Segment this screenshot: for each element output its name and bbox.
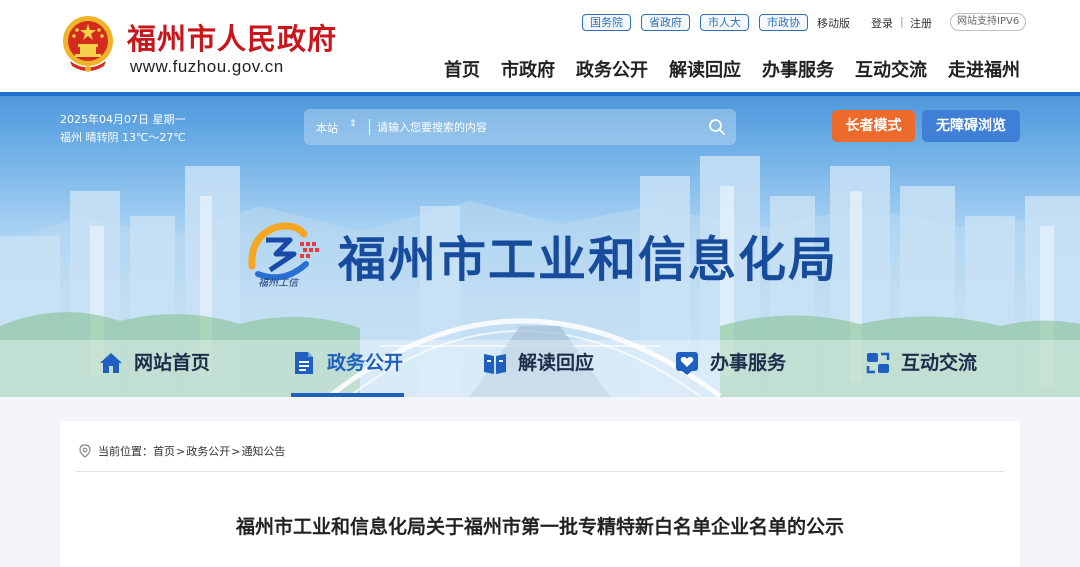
search-box: 本站 ⇕ [304,109,736,145]
sub-nav-interaction[interactable]: 互动交流 [865,340,977,397]
breadcrumb-divider [75,471,1005,472]
main-nav-open-affairs[interactable]: 政务公开 [576,56,648,82]
national-emblem-icon [63,16,113,72]
home-icon [100,353,122,373]
sub-nav-services-label: 办事服务 [710,352,787,374]
ipv6-badge: 网站支持IPV6 [950,13,1027,31]
sub-nav-interpretation[interactable]: 解读回应 [482,340,594,397]
location-pin-icon [79,444,91,458]
gov-link-province[interactable]: 省政府 [641,14,690,31]
gov-link-state-council[interactable]: 国务院 [582,14,631,31]
sub-nav-services[interactable]: 办事服务 [674,340,786,397]
banner: 2025年04月07日 星期一 福州 晴转阴 13℃～27℃ 本站 ⇕ 长者模式… [0,96,1080,397]
breadcrumb-open-affairs[interactable]: 政务公开 [186,443,230,459]
search-divider [369,119,370,135]
search-icon[interactable] [708,118,726,136]
main-nav: 首页 市政府 政务公开 解读回应 办事服务 互动交流 走进福州 [444,56,1020,82]
logo-caption: 福州工信 [258,278,298,289]
gov-link-cppcc[interactable]: 市政协 [759,14,808,31]
site-title[interactable]: 福州市人民政府 [127,16,337,58]
main-nav-about-fuzhou[interactable]: 走进福州 [948,56,1020,82]
search-input[interactable] [377,116,697,138]
breadcrumb-notices[interactable]: 通知公告 [241,443,285,459]
gov-links: 国务院 省政府 市人大 市政协 [582,14,808,31]
site-url[interactable]: www.fuzhou.gov.cn [130,57,284,77]
main-nav-government[interactable]: 市政府 [501,56,555,82]
exchange-icon [866,352,890,374]
main-nav-interaction[interactable]: 互动交流 [855,56,927,82]
sub-nav-home[interactable]: 网站首页 [98,340,210,397]
sub-nav-interpretation-label: 解读回应 [518,352,595,374]
sub-nav-open-affairs-label: 政务公开 [327,352,404,374]
register-link[interactable]: 注册 [910,15,932,31]
sub-nav-home-label: 网站首页 [134,352,211,374]
gov-link-npc[interactable]: 市人大 [700,14,749,31]
login-link[interactable]: 登录 [871,15,893,31]
date-text: 2025年04月07日 星期一 [60,113,186,126]
util-separator: | [900,15,904,28]
breadcrumb-separator: > [176,444,186,458]
weather-text: 福州 晴转阴 13℃～27℃ [60,131,186,144]
breadcrumb-home[interactable]: 首页 [153,443,175,459]
sub-nav-interaction-label: 互动交流 [901,352,978,374]
sub-nav-open-affairs[interactable]: 政务公开 [291,340,404,397]
document-icon [295,352,313,374]
bureau-title: 福州市工业和信息化局 [338,232,839,288]
search-scope-select[interactable]: 本站 [316,120,338,136]
mobile-version-link[interactable]: 移动版 [817,15,850,31]
main-nav-interpretation[interactable]: 解读回应 [669,56,741,82]
heart-service-icon [676,352,698,375]
breadcrumb-prefix: 当前位置： [98,445,153,458]
sub-nav: 网站首页 政务公开 解读回应 办事服务 互动交流 [0,340,1080,397]
book-icon [484,354,506,374]
search-scope-caret-icon[interactable]: ⇕ [349,119,357,129]
site-header: 福州市人民政府 www.fuzhou.gov.cn 国务院 省政府 市人大 市政… [0,0,1080,92]
content-card: 当前位置： 首页 > 政务公开 > 通知公告 福州市工业和信息化局关于福州市第一… [60,421,1020,567]
elder-mode-button[interactable]: 长者模式 [832,110,915,142]
breadcrumb-separator: > [231,444,241,458]
main-nav-home[interactable]: 首页 [444,56,480,82]
breadcrumb: 当前位置： 首页 > 政务公开 > 通知公告 [78,443,285,459]
main-nav-services[interactable]: 办事服务 [762,56,834,82]
article-title: 福州市工业和信息化局关于福州市第一批专精特新白名单企业名单的公示 [235,516,844,538]
accessible-browse-button[interactable]: 无障碍浏览 [922,110,1020,142]
